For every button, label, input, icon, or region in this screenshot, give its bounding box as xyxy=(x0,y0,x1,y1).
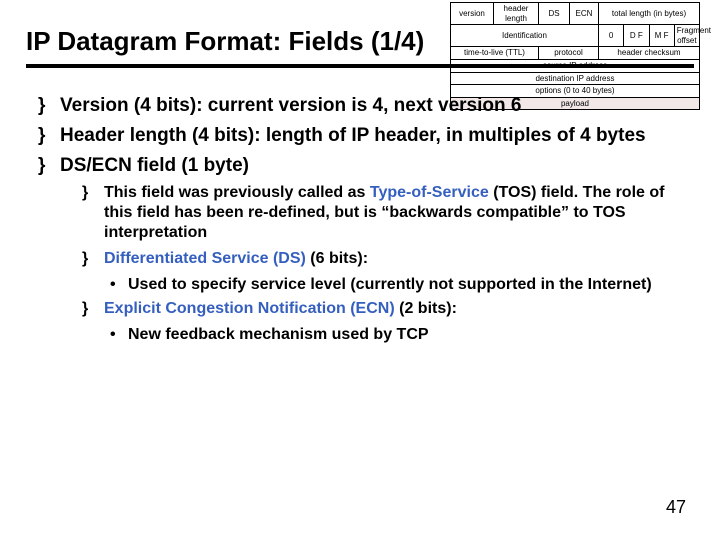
bullet-text: Explicit Congestion Notification (ECN) (… xyxy=(104,299,678,319)
bullet-version: } Version (4 bits): current version is 4… xyxy=(38,94,678,118)
cell-identification: Identification xyxy=(451,25,599,47)
cell-ecn: ECN xyxy=(570,3,599,25)
bullet-marker: } xyxy=(38,154,60,178)
txt-b: (6 bits): xyxy=(306,250,368,267)
subsub-ds: • Used to specify service level (current… xyxy=(110,275,678,295)
dot-marker: • xyxy=(110,275,128,295)
slide-body: } Version (4 bits): current version is 4… xyxy=(38,94,678,349)
bullet-text: Version (4 bits): current version is 4, … xyxy=(60,94,678,118)
bullet-text: This field was previously called as Type… xyxy=(104,183,678,243)
bullet-prefix: Header length (4 bits): xyxy=(60,125,261,146)
bullet-prefix: Version (4 bits): xyxy=(60,95,203,116)
bullet-marker: } xyxy=(82,299,104,319)
txt-blue: Explicit Congestion Notification (ECN) xyxy=(104,300,395,317)
sub-tos: } This field was previously called as Ty… xyxy=(82,183,678,243)
sub-ds: } Differentiated Service (DS) (6 bits): xyxy=(82,249,678,269)
cell-version: version xyxy=(451,3,494,25)
cell-mf: M F xyxy=(649,25,674,47)
cell-frag-offset: Fragment offset xyxy=(674,25,699,47)
cell-ds: DS xyxy=(539,3,570,25)
bullet-rest: length of IP header, in multiples of 4 b… xyxy=(261,125,646,146)
sub-bullets: } This field was previously called as Ty… xyxy=(82,183,678,345)
subsub-ecn: • New feedback mechanism used by TCP xyxy=(110,325,678,345)
bullet-marker: } xyxy=(82,249,104,269)
bullet-rest: current version is 4, next version 6 xyxy=(203,95,522,116)
txt-a: This field was previously called as xyxy=(104,184,370,201)
sub-ecn: } Explicit Congestion Notification (ECN)… xyxy=(82,299,678,319)
cell-ttl: time-to-live (TTL) xyxy=(451,47,539,60)
txt-b: (2 bits): xyxy=(395,300,457,317)
bullet-text: Used to specify service level (currently… xyxy=(128,275,652,295)
bullet-marker: } xyxy=(38,94,60,118)
txt-blue: Differentiated Service (DS) xyxy=(104,250,306,267)
bullet-text: Header length (4 bits): length of IP hea… xyxy=(60,124,678,148)
cell-header-length: header length xyxy=(494,3,539,25)
bullet-text: Differentiated Service (DS) (6 bits): xyxy=(104,249,678,269)
cell-protocol: protocol xyxy=(539,47,599,60)
bullet-prefix: DS/ECN field (1 byte) xyxy=(60,155,249,176)
bullet-ds-ecn: } DS/ECN field (1 byte) xyxy=(38,154,678,178)
bullet-header-length: } Header length (4 bits): length of IP h… xyxy=(38,124,678,148)
cell-checksum: header checksum xyxy=(599,47,700,60)
slide-title: IP Datagram Format: Fields (1/4) xyxy=(26,26,424,57)
title-underline xyxy=(26,64,694,68)
cell-dst-ip: destination IP address xyxy=(451,72,700,85)
cell-total-length: total length (in bytes) xyxy=(599,3,700,25)
txt-blue: Type-of-Service xyxy=(370,184,489,201)
cell-flag0: 0 xyxy=(599,25,624,47)
page-number: 47 xyxy=(666,497,686,518)
bullet-text: DS/ECN field (1 byte) xyxy=(60,154,678,178)
dot-marker: • xyxy=(110,325,128,345)
bullet-text: New feedback mechanism used by TCP xyxy=(128,325,429,345)
cell-df: D F xyxy=(624,25,649,47)
bullet-marker: } xyxy=(82,183,104,243)
bullet-marker: } xyxy=(38,124,60,148)
